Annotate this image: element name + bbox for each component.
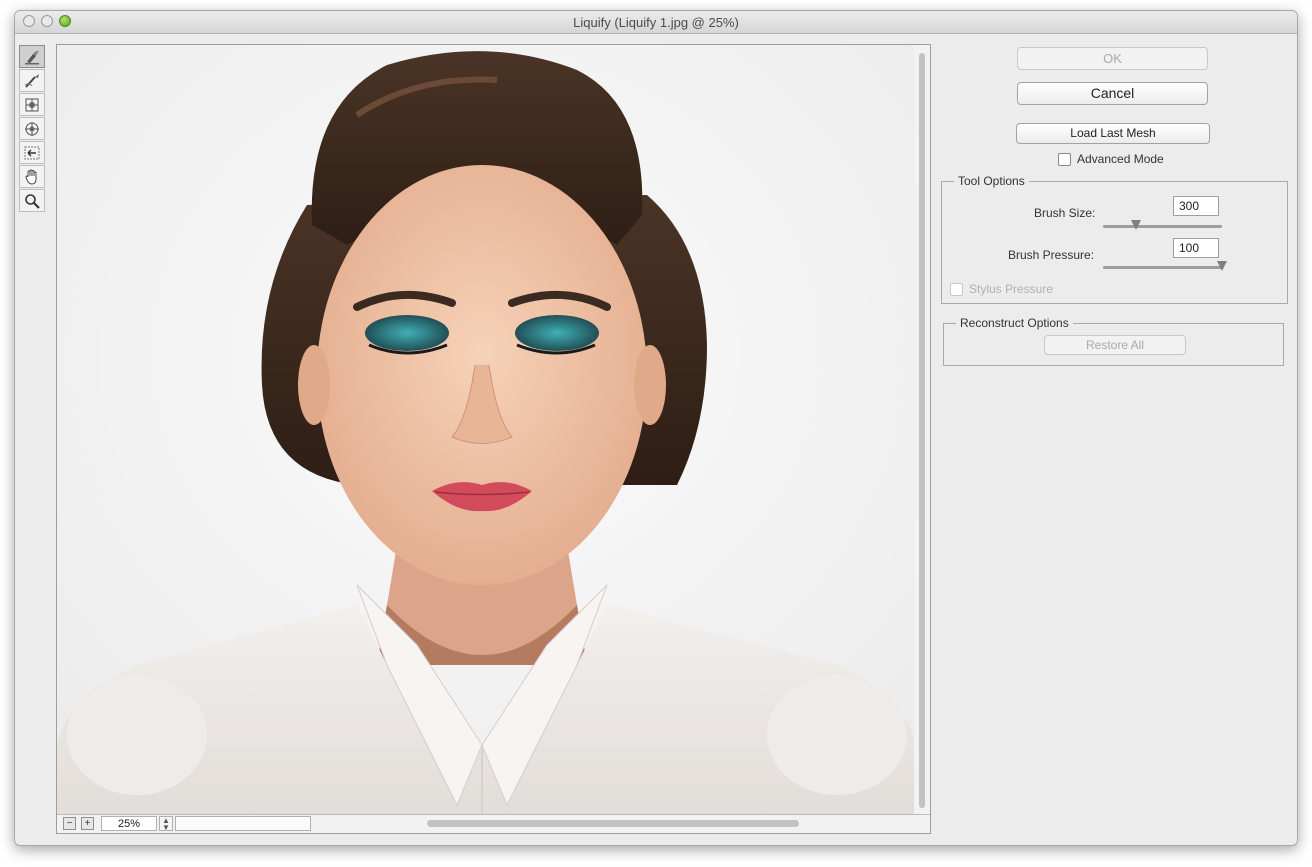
brush-size-slider[interactable] <box>1103 220 1222 230</box>
cancel-button[interactable]: Cancel <box>1017 82 1208 105</box>
tool-options-group: Tool Options Brush Size: 300 Brush Press… <box>941 174 1288 304</box>
zoom-out-button[interactable]: − <box>63 817 76 830</box>
tool-hand[interactable] <box>19 165 45 188</box>
reconstruct-options-title: Reconstruct Options <box>956 316 1073 330</box>
advanced-mode-label: Advanced Mode <box>1077 152 1164 166</box>
load-last-mesh-button[interactable]: Load Last Mesh <box>1016 123 1210 144</box>
zoom-icon <box>25 193 40 209</box>
brush-pressure-label: Brush Pressure: <box>1008 248 1095 262</box>
vertical-scrollbar[interactable] <box>914 45 930 817</box>
preview-status-bar: − + 25% ▲ ▼ <box>57 814 930 833</box>
stylus-pressure-checkbox-box[interactable] <box>950 282 963 296</box>
reconstruct-options-group: Reconstruct Options Restore All <box>943 316 1284 366</box>
tool-forward-warp[interactable] <box>19 45 45 68</box>
preview-canvas[interactable]: − + 25% ▲ ▼ <box>56 44 931 834</box>
brush-size-field[interactable]: 300 <box>1173 196 1219 216</box>
tool-palette <box>19 45 47 213</box>
forward-warp-icon <box>25 50 39 64</box>
brush-pressure-slider[interactable] <box>1103 261 1227 271</box>
pucker-icon <box>25 98 39 111</box>
brush-pressure-field[interactable]: 100 <box>1173 238 1219 258</box>
push-left-icon <box>24 146 40 159</box>
reconstruct-icon <box>24 73 39 88</box>
advanced-mode-checkbox-box[interactable] <box>1058 152 1071 166</box>
tool-reconstruct[interactable] <box>19 69 45 92</box>
ok-button[interactable]: OK <box>1017 47 1208 70</box>
zoom-spacer <box>175 816 311 831</box>
advanced-mode-checkbox[interactable]: Advanced Mode <box>1058 152 1164 166</box>
tool-push-left[interactable] <box>19 141 45 164</box>
vertical-scroll-thumb[interactable] <box>919 53 925 808</box>
window-title: Liquify (Liquify 1.jpg @ 25%) <box>573 15 739 30</box>
tool-zoom[interactable] <box>19 189 45 212</box>
bloat-icon <box>25 121 39 136</box>
stylus-pressure-label: Stylus Pressure <box>969 282 1054 296</box>
tool-options-title: Tool Options <box>954 174 1029 188</box>
zoom-in-button[interactable]: + <box>81 817 94 830</box>
preview-image[interactable] <box>57 45 915 817</box>
tool-pucker[interactable] <box>19 93 45 116</box>
brush-pressure-slider-knob[interactable] <box>1217 261 1227 271</box>
horizontal-scroll-thumb[interactable] <box>427 820 799 827</box>
zoom-level-stepper[interactable]: ▲ ▼ <box>159 816 173 832</box>
brush-size-label: Brush Size: <box>1034 206 1096 220</box>
restore-all-button[interactable]: Restore All <box>1044 335 1186 355</box>
tool-bloat[interactable] <box>19 117 45 140</box>
liquify-dialog: Liquify (Liquify 1.jpg @ 25%) − + 25% ▲ … <box>14 10 1298 846</box>
title-bar[interactable]: Liquify (Liquify 1.jpg @ 25%) <box>15 11 1297 34</box>
stylus-pressure-checkbox[interactable]: Stylus Pressure <box>950 282 1053 296</box>
hand-icon <box>25 168 37 185</box>
zoom-level-field[interactable]: 25% <box>101 816 157 831</box>
brush-size-slider-knob[interactable] <box>1131 220 1142 230</box>
